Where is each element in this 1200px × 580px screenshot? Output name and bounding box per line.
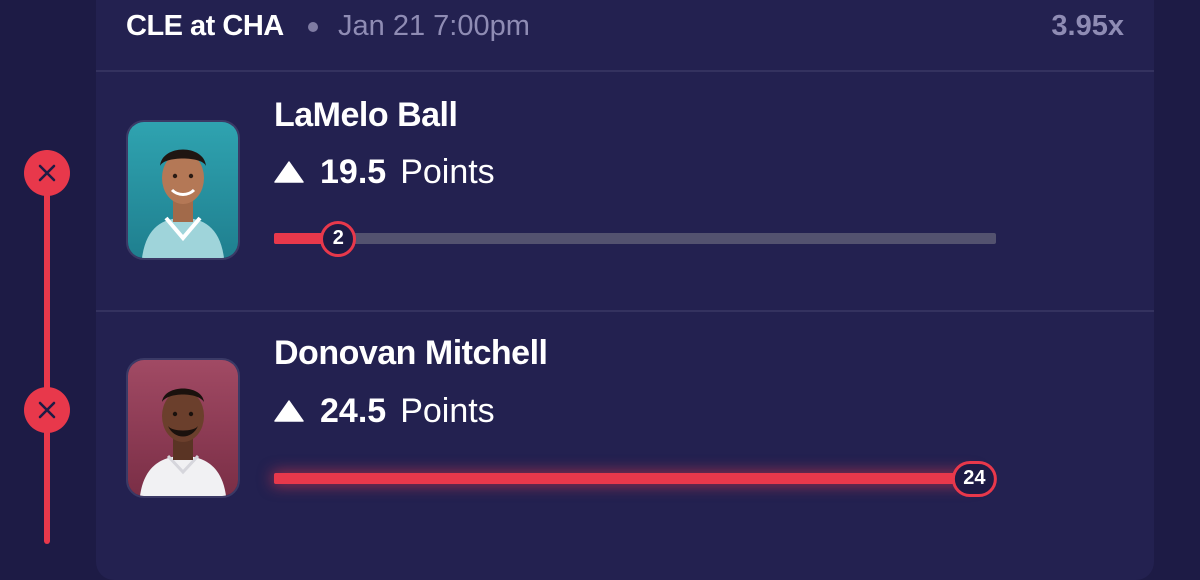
- pick-2-lost-x-icon: [24, 387, 70, 433]
- projection-line: 24.5 Points: [274, 391, 495, 431]
- player-avatar: [126, 120, 240, 260]
- matchup-title: CLE at CHA: [126, 10, 284, 42]
- progress-fill: [274, 473, 975, 484]
- line-value: 24.5: [320, 391, 387, 430]
- player-name: Donovan Mitchell: [274, 334, 548, 372]
- stat-progress-bar: 2: [274, 220, 996, 257]
- up-triangle-icon: [274, 161, 304, 183]
- stat-type: Points: [400, 152, 495, 191]
- separator-dot: [308, 22, 318, 32]
- pick-row-donovan-mitchell[interactable]: Donovan Mitchell 24.5 Points 24: [96, 312, 1154, 550]
- stat-type: Points: [400, 391, 495, 430]
- actual-stat-badge: 24: [952, 460, 997, 497]
- game-time: Jan 21 7:00pm: [338, 10, 530, 42]
- stat-progress-bar: 24: [274, 460, 997, 497]
- entry-card[interactable]: CLE at CHA Jan 21 7:00pm 3.95x LaMelo Ba…: [96, 0, 1154, 580]
- pick-row-lamelo-ball[interactable]: LaMelo Ball 19.5 Points 2: [96, 72, 1154, 310]
- game-header: CLE at CHA Jan 21 7:00pm 3.95x: [96, 0, 1154, 70]
- projection-line: 19.5 Points: [274, 152, 495, 192]
- actual-stat-badge: 2: [320, 220, 357, 257]
- up-triangle-icon: [274, 400, 304, 422]
- payout-multiplier: 3.95x: [1051, 10, 1124, 42]
- pick-1-lost-x-icon: [24, 150, 70, 196]
- line-value: 19.5: [320, 152, 387, 191]
- timeline-line: [44, 150, 50, 544]
- player-avatar: [126, 358, 240, 498]
- player-name: LaMelo Ball: [274, 96, 458, 134]
